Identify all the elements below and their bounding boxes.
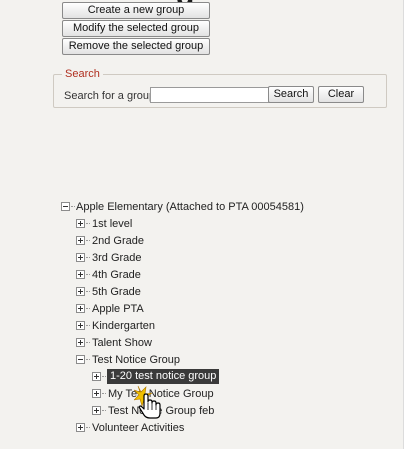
tree-node-label[interactable]: Talent Show [92,336,152,350]
tree-node-label[interactable]: 3rd Grade [92,251,142,265]
tree-node-label[interactable]: Kindergarten [92,319,155,333]
expand-icon[interactable] [76,270,85,279]
tree-node-label[interactable]: Apple PTA [92,302,144,316]
tree-root-label[interactable]: Apple Elementary (Attached to PTA 000545… [76,200,304,214]
clear-button[interactable]: Clear [318,86,364,103]
expand-icon[interactable] [92,406,101,415]
expand-icon[interactable] [92,389,101,398]
expand-icon[interactable] [76,321,85,330]
expand-icon[interactable] [92,372,101,381]
tree-node-label[interactable]: 2nd Grade [92,234,144,248]
search-legend: Search [62,68,103,80]
expand-icon[interactable] [76,304,85,313]
expand-icon[interactable] [76,338,85,347]
search-label: Search for a group: [64,90,159,102]
modify-group-button[interactable]: Modify the selected group [62,20,210,37]
expand-icon[interactable] [76,287,85,296]
tree-node-label[interactable]: Test Notice Group [92,353,180,367]
tree-node-label[interactable]: 1st level [92,217,132,231]
expand-icon[interactable] [76,253,85,262]
expand-icon[interactable] [76,236,85,245]
tree-node-label[interactable]: 4th Grade [92,268,141,282]
search-fieldset: Search Search for a group: Search Clear [53,68,387,108]
search-input[interactable] [150,87,270,103]
expand-icon[interactable] [76,423,85,432]
search-button[interactable]: Search [268,86,314,103]
collapse-icon[interactable] [76,355,85,364]
tree-node-label-selected[interactable]: 1-20 test notice group [107,369,220,384]
expand-icon[interactable] [76,219,85,228]
tree-node-label[interactable]: Volunteer Activities [92,421,184,435]
hand-pointer-icon [134,385,161,419]
remove-group-button[interactable]: Remove the selected group [62,38,210,55]
create-group-button[interactable]: Create a new group [62,2,210,19]
tree-node-label[interactable]: 5th Grade [92,285,141,299]
collapse-icon[interactable] [61,202,70,211]
group-panel: g Create a new group Modify the selected… [0,0,404,449]
